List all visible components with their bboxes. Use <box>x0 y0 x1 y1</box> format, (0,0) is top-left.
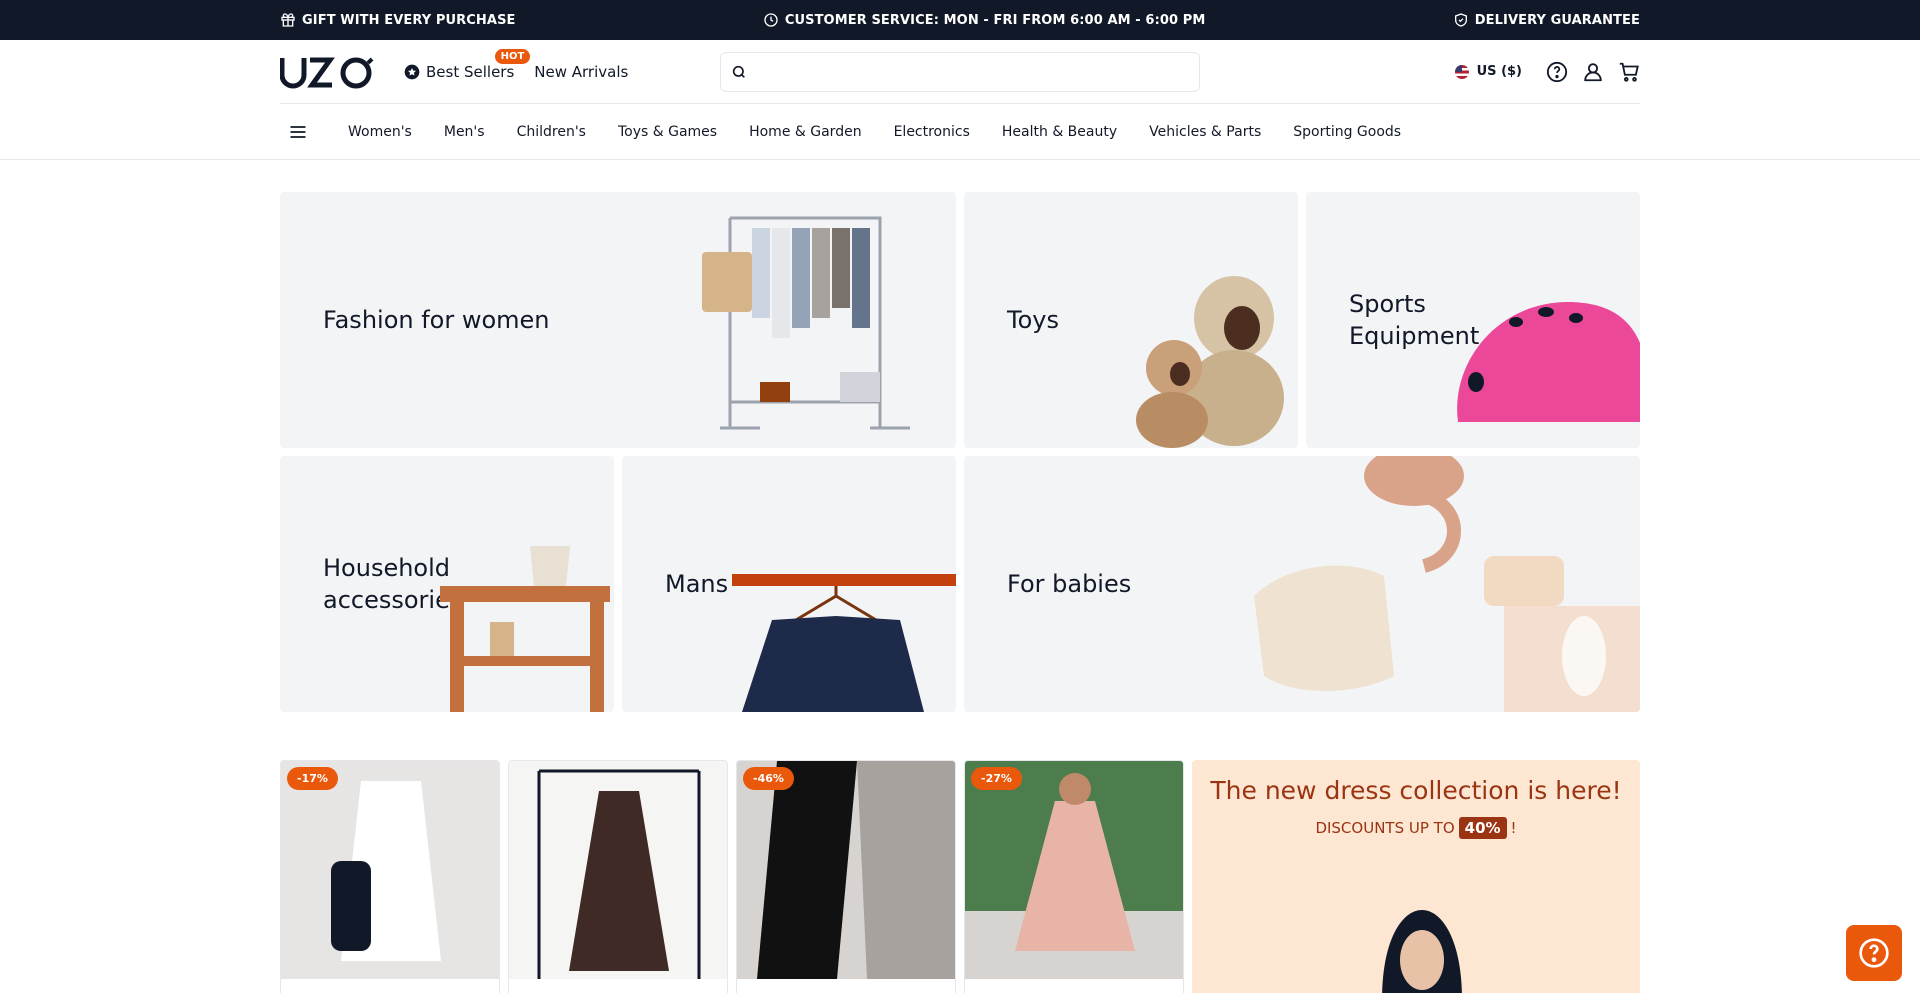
nav-health-beauty[interactable]: Health & Beauty <box>1002 124 1117 140</box>
promo-percent: 40% <box>1458 817 1507 839</box>
search-input[interactable] <box>755 52 1200 91</box>
product-card[interactable]: -17% <box>280 760 500 993</box>
product-image: -17% <box>281 761 499 979</box>
discount-badge: -17% <box>287 767 338 790</box>
clothing-rack-image <box>702 216 910 430</box>
promo-suffix: ! <box>1510 819 1517 837</box>
question-circle-icon <box>1546 61 1568 82</box>
nav-electronics[interactable]: Electronics <box>894 124 970 140</box>
main-header: Best Sellers HOT New Arrivals US ($) <box>280 40 1640 104</box>
tile-household-accessories[interactable]: Household accessories <box>280 456 614 712</box>
search-icon <box>733 65 746 78</box>
search-bar[interactable] <box>720 51 1201 92</box>
help-button[interactable] <box>1546 61 1568 83</box>
nav-mens[interactable]: Men's <box>444 124 485 140</box>
wooden-stool-image <box>440 546 610 712</box>
currency-selector[interactable]: US ($) <box>1454 64 1522 79</box>
gift-text: GIFT WITH EVERY PURCHASE <box>302 12 516 28</box>
service-notice: CUSTOMER SERVICE: MON - FRI FROM 6:00 AM… <box>763 12 1206 28</box>
gift-icon <box>281 13 295 27</box>
best-sellers-label: Best Sellers <box>426 62 515 81</box>
nav-home-garden[interactable]: Home & Garden <box>749 124 861 140</box>
category-nav: Women's Men's Children's Toys & Games Ho… <box>280 104 1640 159</box>
product-card[interactable]: -46% <box>736 760 956 993</box>
product-card[interactable]: -27% <box>964 760 1184 993</box>
logo[interactable] <box>280 55 404 89</box>
clock-icon <box>764 13 778 27</box>
hamburger-menu-icon[interactable] <box>288 122 308 142</box>
nav-childrens[interactable]: Children's <box>517 124 586 140</box>
new-arrivals-label: New Arrivals <box>534 62 629 81</box>
tile-mans[interactable]: Mans <box>622 456 956 712</box>
model-image <box>1382 910 1462 993</box>
delivery-notice: DELIVERY GUARANTEE <box>1453 12 1640 28</box>
tile-fashion-label: Fashion for women <box>323 306 550 334</box>
coat-image <box>757 761 955 979</box>
tile-fashion-women[interactable]: Fashion for women <box>280 192 956 448</box>
cart-icon <box>1619 62 1639 82</box>
pink-dress-image <box>965 773 1183 979</box>
service-text: CUSTOMER SERVICE: MON - FRI FROM 6:00 AM… <box>784 12 1206 28</box>
tile-toys[interactable]: Toys <box>964 192 1298 448</box>
hot-badge: HOT <box>494 48 531 64</box>
delivery-text: DELIVERY GUARANTEE <box>1474 12 1640 28</box>
nav-sporting-goods[interactable]: Sporting Goods <box>1293 124 1401 140</box>
promo-subtitle-text: DISCOUNTS UP TO <box>1315 819 1455 837</box>
nav-vehicles-parts[interactable]: Vehicles & Parts <box>1149 124 1261 140</box>
top-nav: Best Sellers HOT New Arrivals <box>404 48 628 81</box>
shield-check-icon <box>1454 13 1467 27</box>
header-actions: US ($) <box>1454 61 1640 83</box>
nav-womens[interactable]: Women's <box>348 124 412 140</box>
tile-for-babies[interactable]: For babies <box>964 456 1640 712</box>
currency-label: US ($) <box>1476 64 1522 79</box>
plush-toy-image <box>1136 276 1284 448</box>
account-button[interactable] <box>1582 61 1604 83</box>
cart-button[interactable] <box>1618 61 1640 83</box>
coat-hanger-image <box>732 574 956 712</box>
product-image: -27% <box>965 761 1183 979</box>
star-badge-icon <box>404 64 420 79</box>
new-arrivals-link[interactable]: New Arrivals <box>534 63 628 81</box>
user-icon <box>1584 62 1602 81</box>
baby-clothes-image <box>1254 456 1640 712</box>
gift-notice: GIFT WITH EVERY PURCHASE <box>280 12 516 28</box>
tile-babies-label: For babies <box>1007 570 1132 598</box>
discount-badge: -27% <box>971 767 1022 790</box>
product-image <box>509 761 727 979</box>
category-tiles: Fashion for women Toys Sports Equipment <box>280 192 1640 712</box>
product-image: -46% <box>737 761 955 979</box>
helmet-image <box>1457 302 1640 422</box>
white-dress-image <box>331 781 441 961</box>
us-flag-icon <box>1454 64 1469 79</box>
floral-dress-image <box>537 769 701 979</box>
product-row: -17% -46% -27% The new dress collection … <box>280 760 1640 993</box>
floating-help-button[interactable] <box>1846 925 1902 981</box>
promo-banner[interactable]: The new dress collection is here! DISCOU… <box>1192 760 1640 993</box>
uzo-logo-icon <box>280 57 374 88</box>
question-circle-icon <box>1859 938 1889 968</box>
top-announcement-bar: GIFT WITH EVERY PURCHASE CUSTOMER SERVIC… <box>0 0 1920 40</box>
promo-subtitle: DISCOUNTS UP TO 40% ! <box>1192 817 1640 839</box>
tile-sports-equipment[interactable]: Sports Equipment <box>1306 192 1640 448</box>
nav-toys-games[interactable]: Toys & Games <box>618 124 717 140</box>
discount-badge: -46% <box>743 767 794 790</box>
category-nav-wrap: Women's Men's Children's Toys & Games Ho… <box>0 104 1920 160</box>
product-card[interactable] <box>508 760 728 993</box>
best-sellers-link[interactable]: Best Sellers HOT <box>404 48 531 81</box>
promo-title: The new dress collection is here! <box>1210 776 1622 805</box>
